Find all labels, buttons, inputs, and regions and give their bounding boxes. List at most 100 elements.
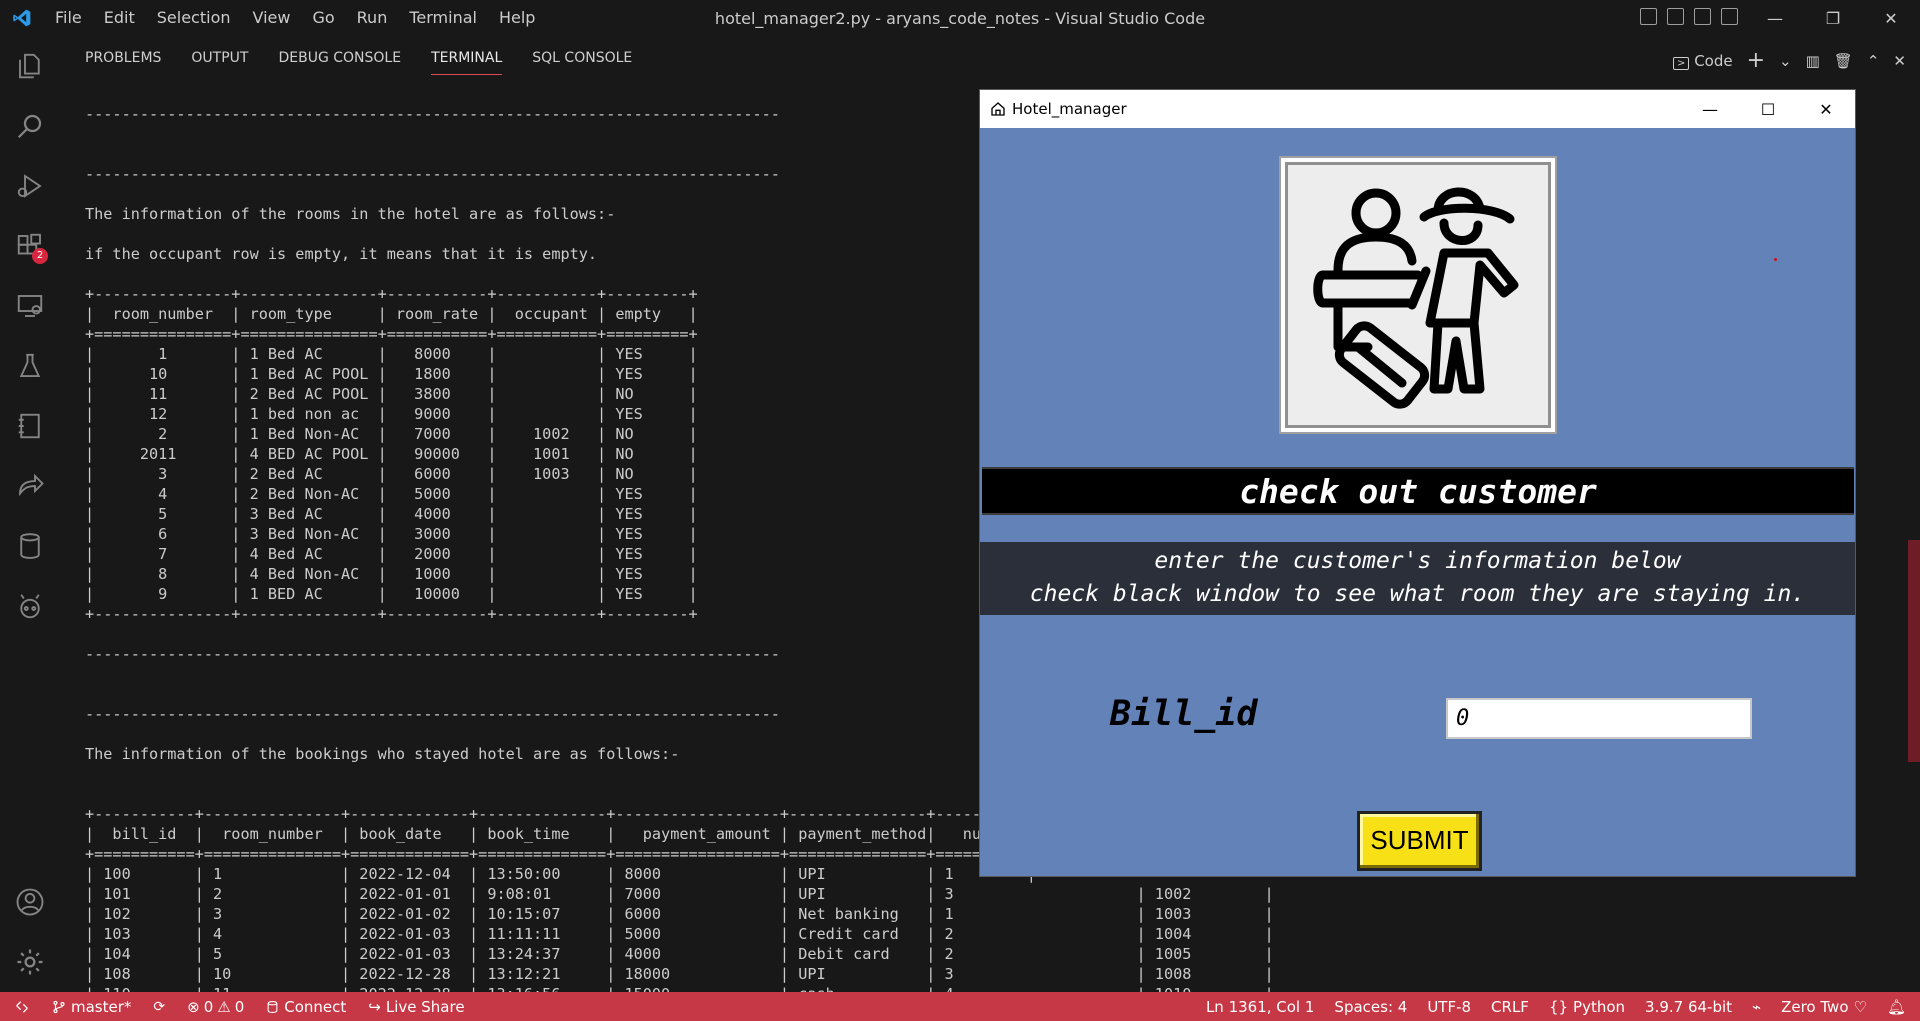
database-small-icon xyxy=(267,1000,278,1013)
indentation[interactable]: Spaces: 4 xyxy=(1334,998,1407,1016)
menu-help[interactable]: Help xyxy=(488,0,546,36)
close-panel-icon[interactable]: ✕ xyxy=(1893,52,1906,70)
submit-button[interactable]: SUBMIT xyxy=(1357,811,1482,871)
tab-problems[interactable]: PROBLEMS xyxy=(85,50,161,75)
theme-label: Zero Two xyxy=(1781,997,1849,1016)
remote-indicator-icon[interactable] xyxy=(0,992,44,1021)
braces-icon: {} xyxy=(1548,997,1569,1016)
kill-terminal-icon[interactable]: 🗑 xyxy=(1834,52,1853,70)
branch-indicator[interactable]: master* xyxy=(52,998,131,1016)
live-share-icon[interactable] xyxy=(0,456,60,516)
problems-indicator[interactable]: ⊗ 0 ⚠ 0 xyxy=(187,998,244,1016)
language-mode[interactable]: {} Python xyxy=(1549,998,1625,1016)
bill-id-label: Bill_id xyxy=(1110,694,1258,734)
instructions-line-1: enter the customer's information below xyxy=(1154,548,1681,574)
run-debug-icon[interactable] xyxy=(0,156,60,216)
hotel-minimize-button[interactable]: — xyxy=(1681,90,1739,128)
terminal-scrollbar[interactable] xyxy=(1908,540,1920,762)
toggle-secondary-sidebar-icon[interactable] xyxy=(1694,8,1711,25)
menu-bar: File Edit Selection View Go Run Terminal… xyxy=(44,0,546,36)
warning-count: 0 xyxy=(234,997,245,1016)
window-controls: — ❐ ✕ xyxy=(1746,0,1920,36)
theme-indicator[interactable]: Zero Two ♡ xyxy=(1781,998,1867,1016)
restore-button[interactable]: ❐ xyxy=(1804,0,1862,36)
hotel-window-titlebar: Hotel_manager — ☐ ✕ xyxy=(980,90,1855,128)
terminal-dropdown-icon[interactable]: ⌄ xyxy=(1779,52,1792,70)
account-icon[interactable] xyxy=(0,872,60,932)
page-title: check out customer xyxy=(982,467,1854,515)
menu-terminal[interactable]: Terminal xyxy=(398,0,488,36)
extensions-icon[interactable]: 2 xyxy=(0,216,60,276)
title-bar: File Edit Selection View Go Run Terminal… xyxy=(0,0,1920,36)
home-icon xyxy=(990,101,1006,117)
terminal-icon: > xyxy=(1673,56,1690,70)
warning-icon: ⚠ xyxy=(217,997,231,1016)
instructions-line-2: check black window to see what room they… xyxy=(1029,581,1806,607)
connect-button[interactable]: Connect xyxy=(266,998,346,1016)
status-bar: master* ⟳ ⊗ 0 ⚠ 0 Connect ↪ Live Share L… xyxy=(0,992,1920,1021)
explorer-icon[interactable] xyxy=(0,36,60,96)
python-interpreter[interactable]: 3.9.7 64-bit xyxy=(1645,998,1732,1016)
git-branch-icon xyxy=(53,1000,65,1013)
database-icon[interactable] xyxy=(0,516,60,576)
copilot-icon[interactable] xyxy=(0,576,60,636)
tab-output[interactable]: OUTPUT xyxy=(191,50,248,75)
hotel-close-button[interactable]: ✕ xyxy=(1797,90,1855,128)
extensions-badge: 2 xyxy=(32,248,48,264)
maximize-panel-icon[interactable]: ⌃ xyxy=(1867,52,1880,70)
menu-go[interactable]: Go xyxy=(301,0,345,36)
hotel-manager-window: Hotel_manager — ☐ ✕ check out customer e… xyxy=(979,89,1856,877)
close-button[interactable]: ✕ xyxy=(1862,0,1920,36)
tab-debug-console[interactable]: DEBUG CONSOLE xyxy=(278,50,401,75)
sync-icon[interactable]: ⟳ xyxy=(153,999,165,1015)
end-of-line[interactable]: CRLF xyxy=(1491,998,1529,1016)
notifications-bell-icon[interactable]: 🔔︎ xyxy=(1887,998,1906,1016)
menu-edit[interactable]: Edit xyxy=(93,0,146,36)
activity-bar: 2 xyxy=(0,36,60,992)
receptionist-traveler-icon xyxy=(1313,187,1519,409)
encoding[interactable]: UTF-8 xyxy=(1427,998,1471,1016)
live-share-small-icon: ↪ xyxy=(368,997,381,1016)
panel-actions: > Code + ⌄ ▥ 🗑 ⌃ ✕ xyxy=(1673,48,1906,73)
menu-selection[interactable]: Selection xyxy=(146,0,242,36)
panel-header: PROBLEMS OUTPUT DEBUG CONSOLE TERMINAL S… xyxy=(60,36,1920,84)
tab-terminal[interactable]: TERMINAL xyxy=(431,50,503,75)
bill-id-input[interactable]: 0 xyxy=(1446,698,1752,739)
instructions-text: enter the customer's information below c… xyxy=(980,542,1855,615)
testing-icon[interactable] xyxy=(0,336,60,396)
split-terminal-icon[interactable]: ▥ xyxy=(1806,52,1820,70)
toggle-primary-sidebar-icon[interactable] xyxy=(1640,8,1657,25)
minimize-button[interactable]: — xyxy=(1746,0,1804,36)
branch-name: master* xyxy=(71,997,132,1016)
layout-controls xyxy=(1640,8,1738,25)
menu-file[interactable]: File xyxy=(44,0,93,36)
connect-label: Connect xyxy=(284,997,347,1016)
heart-icon: ♡ xyxy=(1853,997,1867,1016)
terminal-profile-label: Code xyxy=(1694,51,1733,70)
vscode-logo-icon xyxy=(0,0,44,36)
terminal-profile[interactable]: > Code xyxy=(1673,52,1733,70)
new-terminal-button[interactable]: + xyxy=(1747,48,1765,73)
tab-sql-console[interactable]: SQL CONSOLE xyxy=(532,50,632,75)
customize-layout-icon[interactable] xyxy=(1721,8,1738,25)
error-icon: ⊗ xyxy=(187,997,200,1016)
live-share-button[interactable]: ↪ Live Share xyxy=(368,998,464,1016)
hotel-logo-image xyxy=(1279,156,1557,434)
menu-run[interactable]: Run xyxy=(346,0,399,36)
menu-view[interactable]: View xyxy=(242,0,302,36)
hotel-maximize-button[interactable]: ☐ xyxy=(1739,90,1797,128)
hotel-window-title: Hotel_manager xyxy=(1012,100,1127,118)
jupyter-icon[interactable] xyxy=(0,396,60,456)
language-label: Python xyxy=(1573,997,1626,1016)
cursor-position[interactable]: Ln 1361, Col 1 xyxy=(1206,998,1314,1016)
live-share-label: Live Share xyxy=(385,997,465,1016)
panel-tabs: PROBLEMS OUTPUT DEBUG CONSOLE TERMINAL S… xyxy=(85,50,632,75)
red-dot-marker xyxy=(1774,258,1777,261)
manage-gear-icon[interactable] xyxy=(0,932,60,992)
error-count: 0 xyxy=(203,997,214,1016)
search-icon[interactable] xyxy=(0,96,60,156)
hotel-window-controls: — ☐ ✕ xyxy=(1681,90,1855,128)
remote-explorer-icon[interactable] xyxy=(0,276,60,336)
feedback-icon[interactable]: ⌁ xyxy=(1752,998,1761,1016)
toggle-panel-icon[interactable] xyxy=(1667,8,1684,25)
